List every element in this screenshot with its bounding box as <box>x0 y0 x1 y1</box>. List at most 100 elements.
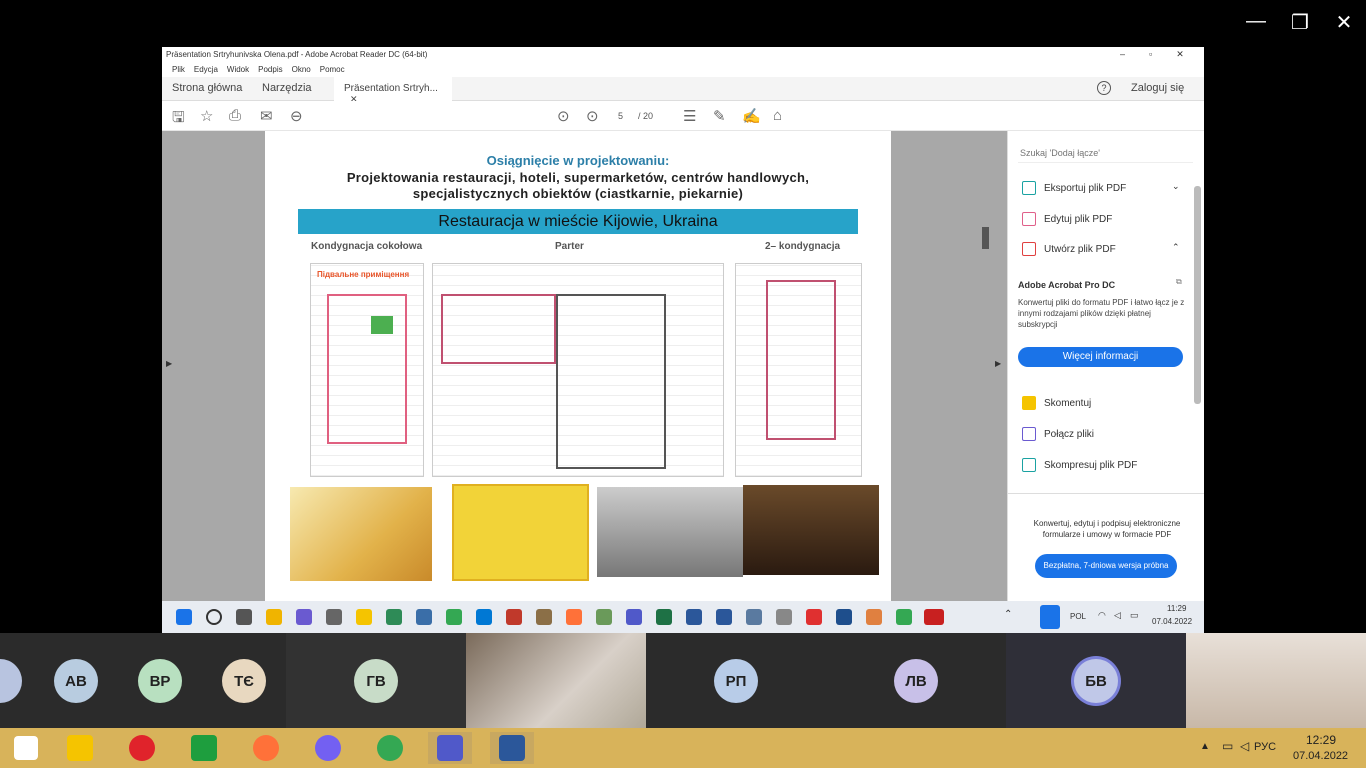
tool-create-pdf[interactable]: Utwórz plik PDF <box>1022 242 1116 256</box>
tray-chevron-icon[interactable]: ⌃ <box>1004 609 1012 620</box>
language-indicator[interactable]: РУС <box>1254 741 1276 753</box>
app-icon[interactable] <box>776 609 792 625</box>
app-icon[interactable] <box>386 609 402 625</box>
comment-icon[interactable]: ☰ <box>683 107 696 125</box>
scrollbar[interactable]: ▶ <box>980 131 1007 601</box>
left-panel-toggle-icon[interactable]: ▶ <box>166 359 172 368</box>
menu-file[interactable]: Plik <box>172 65 185 75</box>
more-info-button[interactable]: Więcej informacji <box>1018 347 1183 367</box>
app-icon[interactable] <box>416 609 432 625</box>
star-icon[interactable]: ☆ <box>200 107 213 125</box>
app-icon[interactable] <box>536 609 552 625</box>
minimize-icon[interactable]: — <box>1234 10 1278 33</box>
participant-tile[interactable]: AB BP TЄ <box>0 633 286 728</box>
firefox-icon[interactable] <box>566 609 582 625</box>
panel-scrollbar[interactable] <box>1194 186 1201 404</box>
pen-icon[interactable]: ✎ <box>713 107 726 125</box>
acrobat-icon[interactable] <box>924 609 944 625</box>
chat-icon[interactable] <box>296 609 312 625</box>
task-view-icon[interactable] <box>236 609 252 625</box>
chevron-up-icon[interactable]: ⌃ <box>1172 242 1180 253</box>
scrollbar-thumb[interactable] <box>982 227 989 249</box>
store-icon[interactable] <box>182 732 226 764</box>
maximize-icon[interactable]: ❐ <box>1278 10 1322 35</box>
minimize-icon[interactable]: – <box>1120 49 1125 60</box>
tray-chevron-icon[interactable]: ▲ <box>1200 741 1210 752</box>
word-icon[interactable] <box>716 609 732 625</box>
weather-icon[interactable] <box>266 609 282 625</box>
tool-export-pdf[interactable]: Eksportuj plik PDF <box>1022 181 1126 195</box>
stamp-icon[interactable]: ⌂ <box>773 107 782 124</box>
menu-view[interactable]: Widok <box>227 65 249 75</box>
start-icon[interactable] <box>176 609 192 625</box>
teams-icon[interactable] <box>626 609 642 625</box>
calculator-icon[interactable] <box>746 609 762 625</box>
menu-sign[interactable]: Podpis <box>258 65 282 75</box>
menu-help[interactable]: Pomoc <box>320 65 345 75</box>
start-icon[interactable] <box>4 732 48 764</box>
copy-icon[interactable]: ⧉ <box>1176 277 1182 287</box>
tab-document[interactable]: Präsentation Srtryh... ✕ <box>334 77 452 104</box>
participant-tile[interactable]: РП <box>646 633 826 728</box>
viber-icon[interactable] <box>306 732 350 764</box>
right-panel-toggle-icon[interactable]: ▶ <box>995 359 1001 368</box>
chevron-down-icon[interactable]: ⌄ <box>1172 181 1180 192</box>
battery-icon[interactable]: ▭ <box>1130 610 1139 621</box>
volume-icon[interactable]: ◁ <box>1240 739 1249 753</box>
search-icon[interactable] <box>206 609 222 625</box>
print-icon[interactable]: ⎙ <box>229 107 241 124</box>
tool-edit-pdf[interactable]: Edytuj plik PDF <box>1022 212 1112 226</box>
tab-home[interactable]: Strona główna <box>172 82 242 94</box>
firefox-icon[interactable] <box>244 732 288 764</box>
clock-time[interactable]: 12:29 <box>1306 733 1336 747</box>
explorer-icon[interactable] <box>356 609 372 625</box>
app-icon[interactable] <box>686 609 702 625</box>
app-icon[interactable] <box>866 609 882 625</box>
settings-icon[interactable] <box>326 609 342 625</box>
tab-tools[interactable]: Narzędzia <box>262 82 312 94</box>
app-icon[interactable] <box>506 609 522 625</box>
chrome-icon[interactable] <box>368 732 412 764</box>
wifi-icon[interactable]: ◠ <box>1098 610 1106 621</box>
excel-icon[interactable] <box>656 609 672 625</box>
menu-edit[interactable]: Edycja <box>194 65 218 75</box>
mail-icon[interactable]: ✉ <box>260 107 273 125</box>
self-video[interactable] <box>1186 633 1366 728</box>
tool-comment[interactable]: Skomentuj <box>1022 396 1091 410</box>
trial-button[interactable]: Bezpłatna, 7-dniowa wersja próbna <box>1035 554 1177 578</box>
tool-search-input[interactable] <box>1018 143 1193 163</box>
chrome-icon[interactable] <box>446 609 462 625</box>
app-icon[interactable] <box>836 609 852 625</box>
tool-combine[interactable]: Połącz pliki <box>1022 427 1094 441</box>
network-icon[interactable]: ▭ <box>1222 739 1233 753</box>
participant-video[interactable] <box>466 633 646 728</box>
maximize-icon[interactable]: ▫ <box>1149 49 1152 60</box>
volume-icon[interactable]: ◁ <box>1114 610 1121 621</box>
help-icon[interactable]: ? <box>1097 81 1111 95</box>
participant-tile-speaking[interactable]: БВ <box>1006 633 1186 728</box>
language-indicator[interactable]: POL <box>1070 612 1086 621</box>
opera-icon[interactable] <box>120 732 164 764</box>
microphone-icon[interactable] <box>1040 605 1060 629</box>
save-icon[interactable]: 🖫 <box>172 107 185 132</box>
sign-icon[interactable]: ✍ <box>742 107 761 125</box>
next-page-icon[interactable]: ⊙ <box>586 107 599 125</box>
app-icon[interactable] <box>596 609 612 625</box>
teams-icon[interactable] <box>428 732 472 764</box>
acrobat-icon[interactable] <box>806 609 822 625</box>
participant-tile[interactable]: ЛВ <box>826 633 1006 728</box>
prev-page-icon[interactable]: ⊙ <box>557 107 570 125</box>
chrome-icon[interactable] <box>896 609 912 625</box>
close-icon[interactable]: ✕ <box>1176 49 1184 60</box>
word-icon[interactable] <box>490 732 534 764</box>
menu-window[interactable]: Okno <box>292 65 311 75</box>
close-icon[interactable]: ✕ <box>1322 10 1366 35</box>
skype-icon[interactable] <box>476 609 492 625</box>
clock-date[interactable]: 07.04.2022 <box>1293 750 1348 762</box>
explorer-icon[interactable] <box>58 732 102 764</box>
participant-tile[interactable]: ГВ <box>286 633 466 728</box>
tool-compress[interactable]: Skompresuj plik PDF <box>1022 458 1137 472</box>
sign-in-link[interactable]: Zaloguj się <box>1131 82 1184 94</box>
page-number-input[interactable]: 5 <box>618 111 623 121</box>
zoom-out-icon[interactable]: ⊖ <box>290 107 303 125</box>
